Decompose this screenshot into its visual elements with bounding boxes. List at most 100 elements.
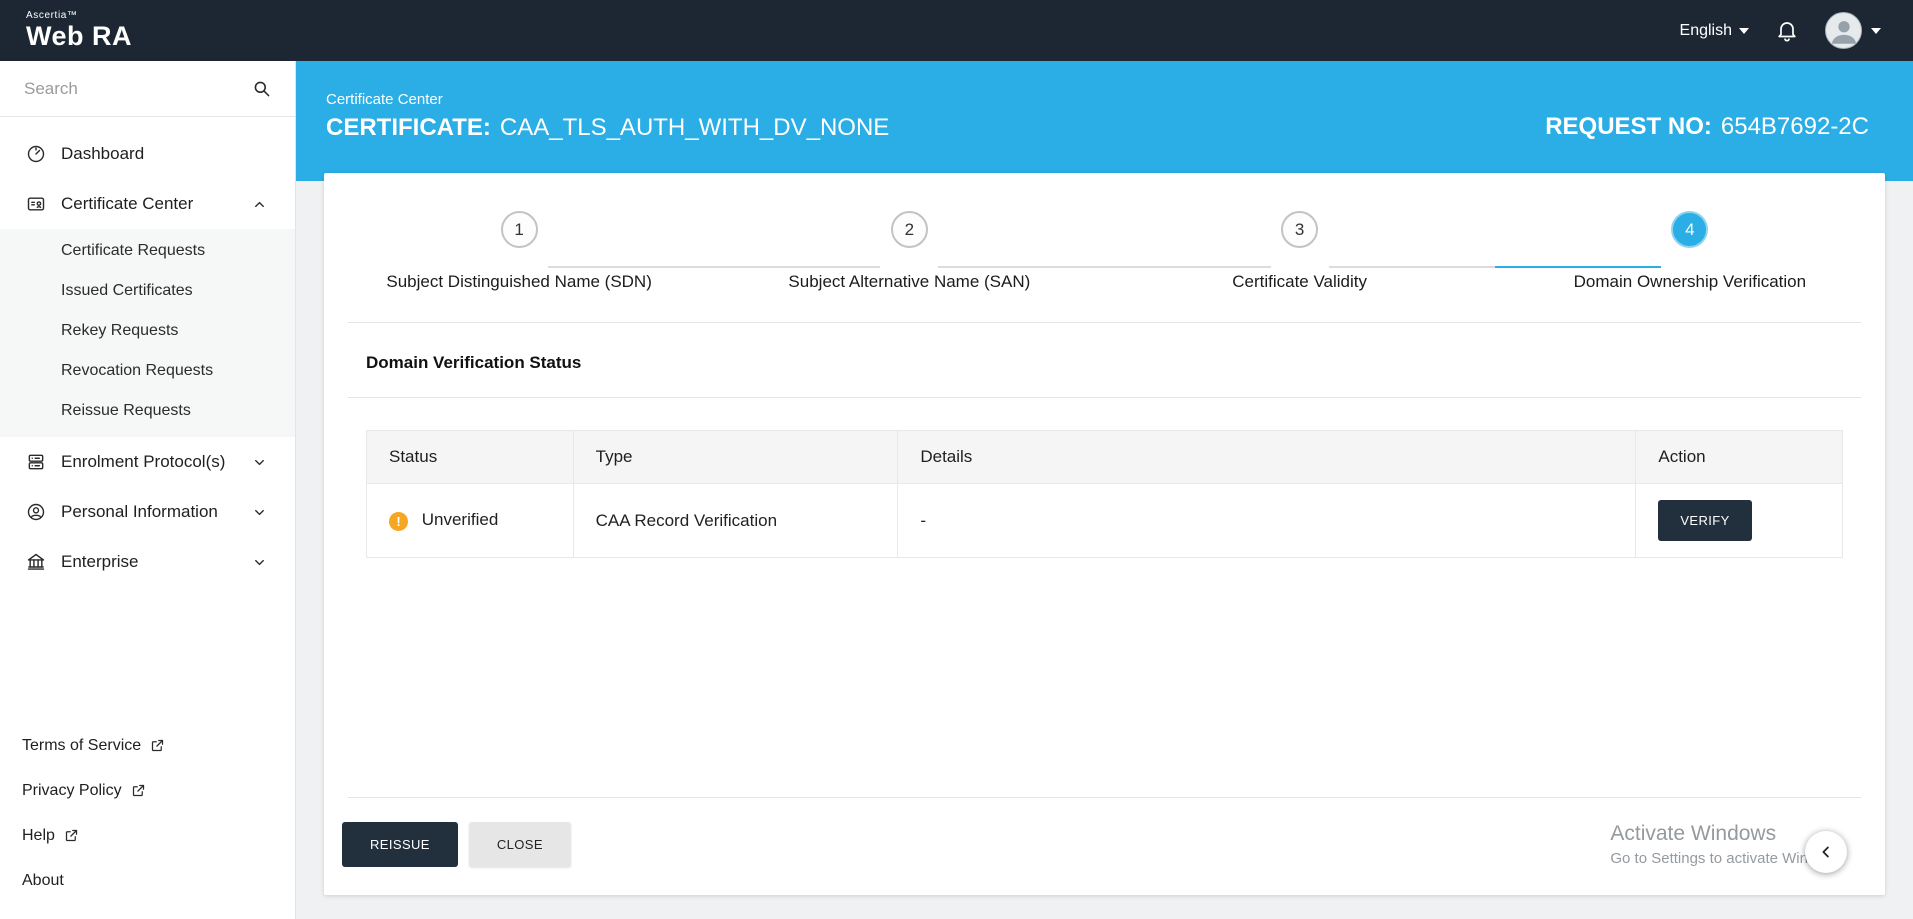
sidebar-item-revocation-requests[interactable]: Revocation Requests [0,351,295,391]
sidebar-item-certificate-requests[interactable]: Certificate Requests [0,231,295,271]
step-number: 4 [1671,211,1709,248]
notifications-button[interactable] [1775,19,1799,43]
dashboard-icon [26,144,46,164]
step-label: Domain Ownership Verification [1573,272,1807,291]
step-certificate-validity[interactable]: 3 Certificate Validity [1104,211,1496,292]
webra-app: Ascertia™ Web RA English Search Dashboar… [0,0,1913,919]
brand-ascertia-label: Ascertia™ [26,10,78,21]
warning-icon: ! [389,511,408,531]
breadcrumb: Certificate Center [326,91,443,108]
chevron-left-icon [1817,843,1835,861]
certificate-label: CERTIFICATE: [326,114,491,141]
submenu-item-label: Issued Certificates [61,282,193,299]
sidebar-item-issued-certificates[interactable]: Issued Certificates [0,271,295,311]
certificate-card: 1 Subject Distinguished Name (SDN) 2 Sub… [324,173,1885,895]
step-number: 3 [1281,211,1319,248]
sidebar: Dashboard Certificate Center [0,61,296,919]
verify-button[interactable]: VERIFY [1658,500,1752,541]
submenu-item-label: Reissue Requests [61,402,191,419]
page-title: CERTIFICATE: CAA_TLS_AUTH_WITH_DV_NONE [326,114,889,142]
footer-link-label: About [22,871,64,889]
domain-verification-table: Status Type Details Action ! Unverified [366,430,1843,558]
about-link[interactable]: About [22,858,295,903]
sidebar-item-reissue-requests[interactable]: Reissue Requests [0,391,295,431]
step-san[interactable]: 2 Subject Alternative Name (SAN) [714,211,1105,292]
column-header-details: Details [897,430,1637,484]
stepper: 1 Subject Distinguished Name (SDN) 2 Sub… [324,173,1885,292]
column-header-type: Type [572,430,899,484]
sidebar-item-rekey-requests[interactable]: Rekey Requests [0,311,295,351]
step-label: Subject Distinguished Name (SDN) [386,272,652,291]
protocol-icon [26,452,46,472]
caret-down-icon [1871,27,1881,34]
main-area: Certificate Center CERTIFICATE: CAA_TLS_… [296,61,1913,919]
chevron-down-icon [252,555,267,570]
request-number: REQUEST NO: 654B7692-2C [1545,113,1869,141]
request-no-label: REQUEST NO: [1545,113,1712,140]
help-link[interactable]: Help [22,813,295,858]
collapse-panel-button[interactable] [1805,831,1847,873]
sidebar-item-enterprise[interactable]: Enterprise [0,537,295,587]
card-footer: REISSUE CLOSE [324,797,1885,895]
divider [348,397,1861,398]
section-title: Domain Verification Status [366,353,582,372]
language-label: English [1679,21,1732,39]
external-link-icon [150,738,165,753]
table-header-row: Status Type Details Action [366,430,1843,484]
external-link-icon [131,783,146,798]
sidebar-item-label: Certificate Center [61,194,194,213]
reissue-button[interactable]: REISSUE [342,822,458,867]
body: Dashboard Certificate Center [0,61,1913,919]
chevron-up-icon [252,197,267,212]
privacy-policy-link[interactable]: Privacy Policy [22,768,295,813]
enterprise-icon [26,552,46,572]
footer-buttons: REISSUE CLOSE [324,798,1885,895]
step-number: 2 [890,211,928,248]
external-link-icon [64,828,79,843]
step-number: 1 [500,211,538,248]
footer-link-label: Help [22,826,55,844]
submenu-item-label: Certificate Requests [61,242,206,259]
content: 1 Subject Distinguished Name (SDN) 2 Sub… [296,173,1913,919]
certificate-icon [26,194,46,214]
request-no-value: 654B7692-2C [1720,113,1869,140]
step-sdn[interactable]: 1 Subject Distinguished Name (SDN) [324,211,715,292]
step-domain-ownership-verification[interactable]: 4 Domain Ownership Verification [1494,211,1885,292]
footer-link-label: Privacy Policy [22,781,122,799]
topbar-right: English [1680,12,1881,49]
sidebar-item-label: Enrolment Protocol(s) [61,452,226,471]
user-menu[interactable] [1825,12,1881,49]
sidebar-item-enrolment-protocols[interactable]: Enrolment Protocol(s) [0,437,295,487]
sidebar-menu: Dashboard Certificate Center Certificate… [0,117,295,587]
footer-link-label: Terms of Service [22,736,142,754]
sidebar-item-label: Dashboard [61,144,145,163]
search-input[interactable] [24,78,252,99]
submenu-item-label: Revocation Requests [61,362,214,379]
brand-webra-label: Web RA [26,21,133,51]
type-cell: CAA Record Verification [572,483,899,558]
brand-logo[interactable]: Ascertia™ Web RA [26,11,132,50]
topbar: Ascertia™ Web RA English [0,0,1913,61]
close-button[interactable]: CLOSE [468,822,571,867]
language-selector[interactable]: English [1680,22,1749,40]
status-cell: ! Unverified [366,483,574,558]
sidebar-search [0,61,295,117]
search-icon[interactable] [252,79,271,98]
sidebar-item-dashboard[interactable]: Dashboard [0,129,295,179]
certificate-center-submenu: Certificate Requests Issued Certificates… [0,229,295,437]
avatar [1825,12,1862,49]
submenu-item-label: Rekey Requests [61,322,179,339]
sidebar-item-personal-information[interactable]: Personal Information [0,487,295,537]
column-header-status: Status [366,430,574,484]
sidebar-footer: Terms of Service Privacy Policy Help Abo… [0,715,295,919]
step-label: Subject Alternative Name (SAN) [788,272,1031,291]
terms-of-service-link[interactable]: Terms of Service [22,723,295,768]
page-header-left: Certificate Center CERTIFICATE: CAA_TLS_… [326,91,889,142]
caret-down-icon [1739,27,1749,34]
page-header: Certificate Center CERTIFICATE: CAA_TLS_… [296,61,1913,181]
certificate-name: CAA_TLS_AUTH_WITH_DV_NONE [499,114,890,141]
details-cell: - [897,483,1637,558]
table-row: ! Unverified CAA Record Verification - V… [366,483,1843,558]
status-text: Unverified [421,510,499,530]
sidebar-item-certificate-center[interactable]: Certificate Center [0,179,295,229]
